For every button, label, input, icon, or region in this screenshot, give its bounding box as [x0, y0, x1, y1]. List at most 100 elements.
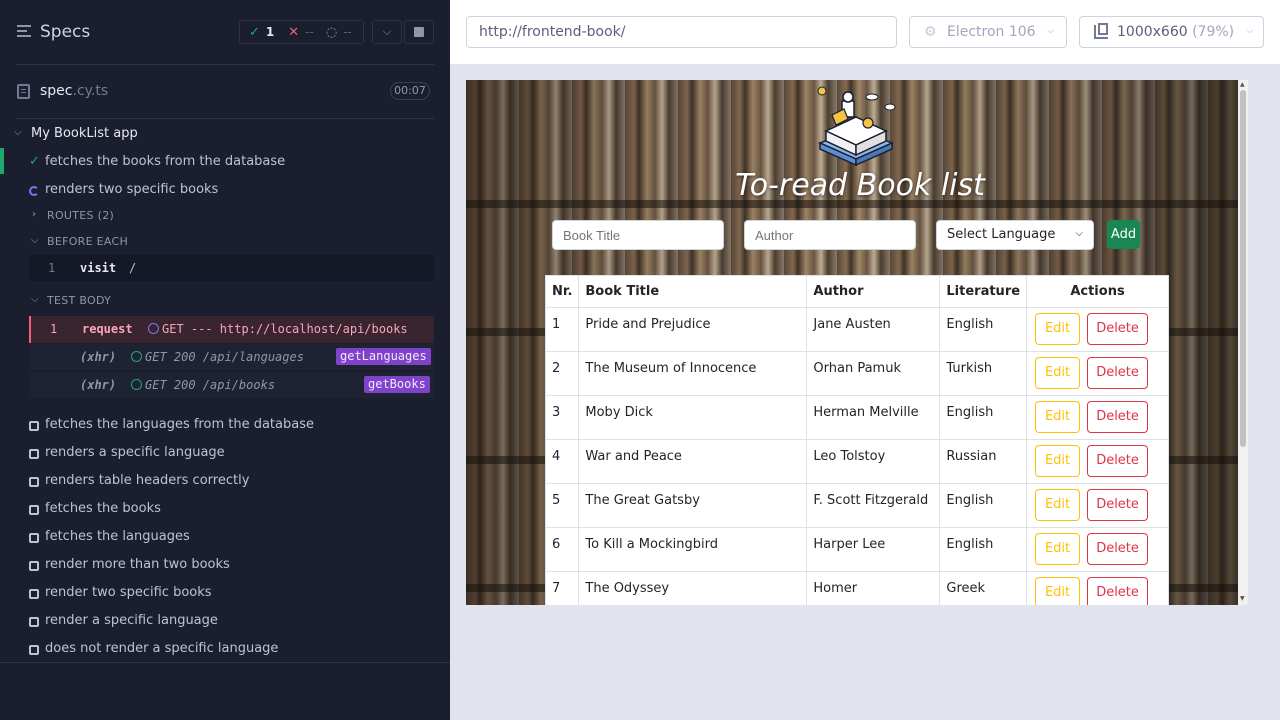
running-icon: [29, 186, 39, 196]
edit-button[interactable]: Edit: [1035, 489, 1081, 521]
table-row: 4 War and Peace Leo Tolstoy Russian Edit Dele…: [544, 439, 1169, 484]
viewport-size: 1000x660: [1117, 24, 1188, 40]
command-name: request: [82, 322, 133, 336]
language-select[interactable]: Select Language ⌵: [936, 220, 1094, 250]
success-circle-icon: [131, 379, 142, 390]
routes-label[interactable]: ROUTES (2): [47, 209, 114, 222]
book-title-input[interactable]: [552, 220, 724, 250]
book-literature: Russian: [939, 439, 1028, 484]
test-row-pending[interactable]: fetches the languages from the database: [0, 411, 450, 439]
edit-button[interactable]: Edit: [1035, 445, 1081, 477]
command-message: /: [129, 261, 137, 275]
request-text: GET --- http://localhost/api/books: [162, 322, 408, 336]
failed-count: --: [305, 25, 314, 39]
spec-file-row[interactable]: spec.cy.ts 00:07: [0, 76, 450, 106]
delete-button[interactable]: Delete: [1087, 445, 1149, 477]
delete-button[interactable]: Delete: [1087, 533, 1149, 565]
command-request[interactable]: 1 request GET --- http://localhost/api/b…: [29, 316, 434, 343]
scroll-up-icon[interactable]: ▲: [1240, 81, 1245, 88]
edit-button[interactable]: Edit: [1035, 357, 1081, 389]
book-author: Jane Austen: [806, 307, 941, 352]
test-label: fetches the books from the database: [45, 154, 286, 169]
book-actions: Edit Delete: [1026, 571, 1169, 605]
pending-circle-icon: [148, 323, 159, 334]
book-author: Harper Lee: [806, 527, 941, 572]
command-number: 1: [48, 261, 56, 275]
test-row-pending[interactable]: renders a specific language: [0, 439, 450, 467]
author-input[interactable]: [744, 220, 916, 250]
alias-badge: getBooks: [364, 376, 430, 393]
passed-count: 1: [265, 25, 275, 39]
pending-count: --: [343, 25, 352, 39]
pending-icon: [29, 589, 39, 599]
success-circle-icon: [131, 351, 142, 362]
test-row-pending[interactable]: fetches the languages: [0, 523, 450, 551]
edit-button[interactable]: Edit: [1035, 533, 1081, 565]
expand-collapse-button[interactable]: ⌵: [372, 20, 402, 44]
chevron-right-icon[interactable]: ›: [32, 209, 36, 220]
divider: [16, 64, 434, 65]
test-row-pending[interactable]: fetches the books: [0, 495, 450, 523]
xhr-row[interactable]: (xhr) GET 200 /api/languages getLanguage…: [29, 344, 434, 370]
spinner-icon: ◌: [325, 24, 338, 40]
test-row-pending[interactable]: render more than two books: [0, 551, 450, 579]
add-button[interactable]: Add: [1107, 220, 1140, 249]
test-body-label[interactable]: TEST BODY: [47, 294, 111, 307]
stop-button[interactable]: [404, 20, 434, 44]
pending-icon: [29, 505, 39, 515]
delete-button[interactable]: Delete: [1087, 357, 1149, 389]
book-author: Herman Melville: [806, 395, 941, 440]
pending-icon: [29, 421, 39, 431]
header-title: Book Title: [578, 275, 808, 308]
spec-duration: 00:07: [390, 82, 430, 100]
book-actions: Edit Delete: [1026, 439, 1169, 484]
command-visit[interactable]: 1 visit /: [29, 255, 434, 281]
chevron-down-icon: ⌵: [1246, 26, 1253, 36]
test-row-pending[interactable]: render a specific language: [0, 607, 450, 635]
delete-button[interactable]: Delete: [1087, 313, 1149, 345]
check-icon: ✓: [29, 154, 40, 169]
chevron-down-icon: ⌵: [382, 25, 392, 38]
test-row-pending[interactable]: renders table headers correctly: [0, 467, 450, 495]
xhr-label: (xhr): [80, 378, 117, 392]
before-each-label[interactable]: BEFORE EACH: [47, 235, 128, 248]
book-author: Homer: [806, 571, 941, 605]
url-bar[interactable]: http://frontend-book/: [466, 16, 897, 48]
test-row-pending[interactable]: render two specific books: [0, 579, 450, 607]
test-row-running[interactable]: renders two specific books: [0, 176, 450, 204]
pending-stat: ◌ --: [326, 25, 352, 40]
xhr-row[interactable]: (xhr) GET 200 /api/books getBooks: [29, 372, 434, 398]
reporter-header: Specs ✓ 1 ✕ -- ◌ -- ⌵: [0, 0, 450, 64]
spec-name-base: spec: [40, 83, 73, 99]
scrollbar-thumb[interactable]: [1240, 90, 1246, 447]
x-icon: ✕: [288, 24, 300, 40]
browser-selector[interactable]: ⚙ Electron 106 ⌵: [909, 16, 1067, 48]
delete-button[interactable]: Delete: [1087, 401, 1149, 433]
test-row-passed[interactable]: ✓ fetches the books from the database: [0, 148, 450, 176]
book-nr: 3: [544, 395, 580, 440]
test-label: renders a specific language: [45, 445, 225, 460]
reading-person-illustration: [817, 86, 896, 167]
passed-stat: ✓ 1: [249, 25, 274, 40]
edit-button[interactable]: Edit: [1035, 401, 1081, 433]
alias-badge: getLanguages: [336, 348, 431, 365]
delete-button[interactable]: Delete: [1087, 489, 1149, 521]
stats-bar: ✓ 1 ✕ -- ◌ --: [239, 20, 364, 44]
edit-button[interactable]: Edit: [1035, 577, 1081, 605]
test-row-pending[interactable]: does not render a specific language: [0, 635, 450, 663]
pending-icon: [29, 617, 39, 627]
test-label: render a specific language: [45, 613, 218, 628]
page-title: To-read Book list: [735, 168, 985, 203]
scroll-down-icon[interactable]: ▼: [1240, 595, 1245, 602]
test-label: fetches the languages from the database: [45, 417, 314, 432]
book-actions: Edit Delete: [1026, 483, 1169, 528]
specs-title[interactable]: Specs: [40, 22, 90, 42]
viewport-selector[interactable]: 1000x660 (79%) ⌵: [1079, 16, 1264, 48]
edit-button[interactable]: Edit: [1035, 313, 1081, 345]
book-author: Orhan Pamuk: [806, 351, 941, 396]
table-row: 2 The Museum of Innocence Orhan Pamuk Turki…: [544, 351, 1169, 396]
aut-scrollbar[interactable]: ▲ ▼: [1238, 80, 1248, 605]
book-title: Pride and Prejudice: [578, 307, 808, 352]
delete-button[interactable]: Delete: [1087, 577, 1149, 605]
menu-icon[interactable]: [17, 25, 31, 38]
